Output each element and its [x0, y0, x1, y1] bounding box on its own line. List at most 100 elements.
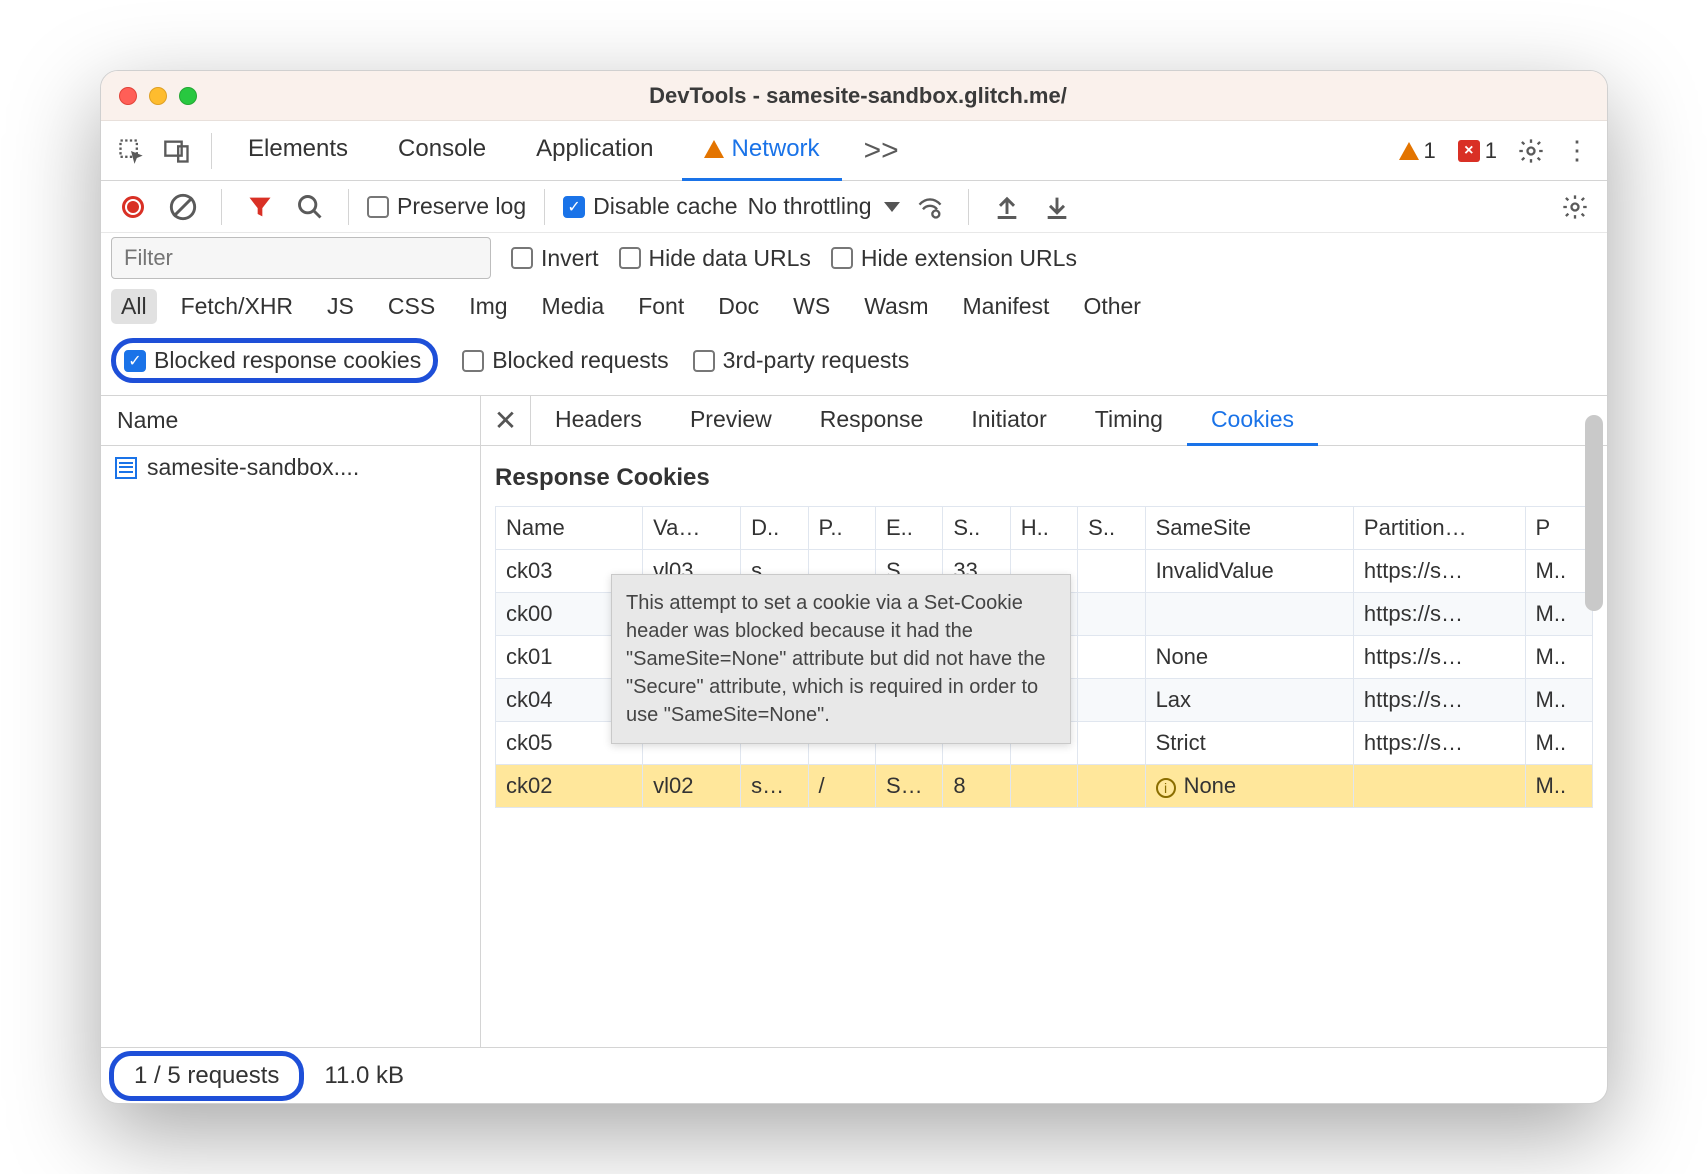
response-cookies-title: Response Cookies [495, 464, 1593, 492]
chip-manifest[interactable]: Manifest [953, 289, 1060, 324]
settings-gear-icon[interactable] [1511, 131, 1551, 171]
hide-extension-urls-checkbox[interactable]: Hide extension URLs [831, 245, 1077, 272]
chip-js[interactable]: JS [317, 289, 364, 324]
tab-console[interactable]: Console [376, 121, 508, 181]
cookie-cell [1353, 765, 1525, 808]
tab-headers[interactable]: Headers [531, 396, 666, 446]
cookies-column-header[interactable]: E.. [875, 507, 942, 550]
document-icon [115, 457, 137, 479]
network-conditions-icon[interactable] [910, 187, 950, 227]
cookie-cell: vl02 [643, 765, 741, 808]
tab-application[interactable]: Application [514, 121, 675, 181]
tab-network[interactable]: Network [682, 121, 842, 181]
throttling-select[interactable]: No throttling [748, 193, 900, 220]
cookie-cell: / [808, 765, 875, 808]
tab-initiator[interactable]: Initiator [947, 396, 1070, 446]
cookie-row[interactable]: ck02vl02s…/S…8iNoneM.. [496, 765, 1593, 808]
close-window-button[interactable] [119, 87, 137, 105]
hide-ext-urls-label: Hide extension URLs [861, 245, 1077, 272]
chip-media[interactable]: Media [532, 289, 615, 324]
download-har-icon[interactable] [1037, 187, 1077, 227]
chip-all[interactable]: All [111, 289, 157, 324]
cookies-panel: Response Cookies NameVa…D..P..E..S..H..S… [481, 446, 1607, 1047]
clear-button[interactable] [163, 187, 203, 227]
record-button[interactable] [113, 187, 153, 227]
tab-cookies[interactable]: Cookies [1187, 396, 1318, 446]
chip-img[interactable]: Img [459, 289, 517, 324]
device-toggle-icon[interactable] [157, 131, 197, 171]
cookies-column-header[interactable]: P.. [808, 507, 875, 550]
third-party-checkbox[interactable]: 3rd-party requests [693, 347, 910, 374]
cookie-cell: https://s… [1353, 722, 1525, 765]
cookie-cell: S… [875, 765, 942, 808]
blocked-cookies-label: Blocked response cookies [154, 347, 421, 374]
error-badge[interactable]: × 1 [1450, 138, 1505, 164]
error-count: 1 [1485, 138, 1497, 164]
chip-wasm[interactable]: Wasm [854, 289, 938, 324]
window-title: DevTools - samesite-sandbox.glitch.me/ [197, 83, 1519, 109]
cookie-cell: M.. [1525, 679, 1592, 722]
cookie-cell: M.. [1525, 593, 1592, 636]
filter-funnel-icon[interactable] [240, 187, 280, 227]
cookie-cell: 8 [943, 765, 1010, 808]
maximize-window-button[interactable] [179, 87, 197, 105]
cookie-cell [1078, 765, 1145, 808]
inspect-icon[interactable] [111, 131, 151, 171]
tab-preview[interactable]: Preview [666, 396, 796, 446]
minimize-window-button[interactable] [149, 87, 167, 105]
blocked-requests-checkbox[interactable]: Blocked requests [462, 347, 668, 374]
cookies-column-header[interactable]: SameSite [1145, 507, 1353, 550]
disable-cache-checkbox[interactable]: ✓Disable cache [563, 193, 737, 220]
cookie-cell: https://s… [1353, 550, 1525, 593]
cookies-column-header[interactable]: D.. [741, 507, 808, 550]
cookie-cell: Lax [1145, 679, 1353, 722]
scrollbar[interactable] [1585, 415, 1603, 611]
blocked-response-cookies-checkbox[interactable]: ✓Blocked response cookies [124, 347, 421, 374]
chip-font[interactable]: Font [628, 289, 694, 324]
status-bar: 1 / 5 requests 11.0 kB [101, 1047, 1607, 1103]
request-list: Name samesite-sandbox.... [101, 396, 481, 1047]
chevron-down-icon [884, 202, 900, 212]
tab-elements[interactable]: Elements [226, 121, 370, 181]
cookies-column-header[interactable]: Va… [643, 507, 741, 550]
invert-checkbox[interactable]: Invert [511, 245, 599, 272]
cookies-column-header[interactable]: P [1525, 507, 1592, 550]
chip-doc[interactable]: Doc [708, 289, 769, 324]
disable-cache-label: Disable cache [593, 193, 737, 220]
cookies-column-header[interactable]: H.. [1010, 507, 1077, 550]
network-settings-icon[interactable] [1555, 187, 1595, 227]
request-list-header: Name [101, 396, 480, 446]
search-icon[interactable] [290, 187, 330, 227]
network-toolbar: Preserve log ✓Disable cache No throttlin… [101, 181, 1607, 233]
detail-pane: ✕ Headers Preview Response Initiator Tim… [481, 396, 1607, 1047]
filter-input[interactable] [111, 237, 491, 279]
cookie-cell: M.. [1525, 636, 1592, 679]
kebab-menu-icon[interactable]: ⋮ [1557, 131, 1597, 171]
upload-har-icon[interactable] [987, 187, 1027, 227]
devtools-window: DevTools - samesite-sandbox.glitch.me/ E… [100, 70, 1608, 1104]
close-details-button[interactable]: ✕ [481, 396, 531, 446]
cookies-column-header[interactable]: Name [496, 507, 643, 550]
tab-timing[interactable]: Timing [1071, 396, 1187, 446]
chip-ws[interactable]: WS [783, 289, 840, 324]
cookie-cell: InvalidValue [1145, 550, 1353, 593]
cookie-cell [1078, 679, 1145, 722]
content-area: Name samesite-sandbox.... ✕ Headers Prev… [101, 396, 1607, 1047]
more-tabs-button[interactable]: >> [848, 134, 915, 168]
tab-response[interactable]: Response [796, 396, 948, 446]
request-row[interactable]: samesite-sandbox.... [101, 446, 480, 489]
preserve-log-label: Preserve log [397, 193, 526, 220]
chip-fetch-xhr[interactable]: Fetch/XHR [171, 289, 303, 324]
warning-badge[interactable]: 1 [1391, 138, 1444, 164]
cookie-cell: M.. [1525, 722, 1592, 765]
cookie-cell [1078, 550, 1145, 593]
chip-css[interactable]: CSS [378, 289, 445, 324]
cookies-column-header[interactable]: S.. [943, 507, 1010, 550]
chip-other[interactable]: Other [1073, 289, 1151, 324]
cookies-column-header[interactable]: Partition… [1353, 507, 1525, 550]
cookie-cell: s… [741, 765, 808, 808]
cookies-column-header[interactable]: S.. [1078, 507, 1145, 550]
throttling-value: No throttling [748, 193, 872, 220]
hide-data-urls-checkbox[interactable]: Hide data URLs [619, 245, 811, 272]
preserve-log-checkbox[interactable]: Preserve log [367, 193, 526, 220]
